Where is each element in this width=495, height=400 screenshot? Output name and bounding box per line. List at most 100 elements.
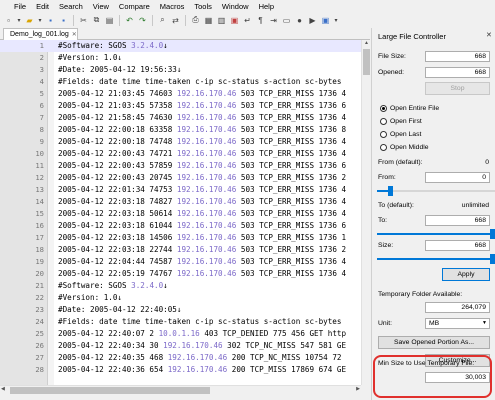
line-text: 2005-04-12 22:03:18 50614 192.16.170.46 … [58, 208, 346, 220]
stop-button[interactable]: Stop [425, 82, 490, 95]
text-editor[interactable]: 1 #Software: SGOS 3.2.4.0↓ 2 #Version: 1.0↓… [0, 40, 361, 385]
text-line[interactable]: 8 2005-04-12 22:00:18 63358 192.16.170.46… [0, 124, 361, 136]
menu-window[interactable]: Window [222, 2, 249, 11]
text-line[interactable]: 21 #Software: SGOS 3.2.4.0↓ [0, 280, 361, 292]
text-line[interactable]: 27 2005-04-12 22:40:35 468 192.16.170.46 … [0, 352, 361, 364]
menu-compare[interactable]: Compare [119, 2, 150, 11]
scroll-thumb[interactable] [10, 387, 210, 394]
text-line[interactable]: 2 #Version: 1.0↓ [0, 52, 361, 64]
text-line[interactable]: 14 2005-04-12 22:03:18 74827 192.16.170.4… [0, 196, 361, 208]
chevron-down-icon[interactable]: ▾ [37, 15, 43, 26]
radio-button-icon[interactable] [380, 144, 387, 151]
text-line[interactable]: 1 #Software: SGOS 3.2.4.0↓ [0, 40, 361, 52]
hex-icon[interactable]: ▥ [216, 15, 227, 26]
redo-icon[interactable]: ↷ [137, 15, 148, 26]
text-line[interactable]: 15 2005-04-12 22:03:18 50614 192.16.170.4… [0, 208, 361, 220]
close-icon[interactable]: ✕ [486, 31, 492, 39]
text-line[interactable]: 19 2005-04-12 22:04:44 74587 192.16.170.4… [0, 256, 361, 268]
copy-icon[interactable]: ⧉ [91, 15, 102, 26]
text-line[interactable]: 18 2005-04-12 22:03:18 22744 192.16.170.4… [0, 244, 361, 256]
large-file-icon[interactable]: ▣ [320, 15, 331, 26]
text-line[interactable]: 5 2005-04-12 21:03:45 74603 192.16.170.46… [0, 88, 361, 100]
text-line[interactable]: 9 2005-04-12 22:00:18 74748 192.16.170.46… [0, 136, 361, 148]
text-line[interactable]: 23 #Date: 2005-04-12 22:40:05↓ [0, 304, 361, 316]
chevron-down-icon[interactable]: ▾ [333, 15, 339, 26]
menu-file[interactable]: File [14, 2, 26, 11]
from-slider[interactable] [377, 185, 495, 196]
ip-address: 192.16.170.46 [167, 353, 228, 362]
text-line[interactable]: 20 2005-04-12 22:05:19 74767 192.16.170.4… [0, 268, 361, 280]
size-slider-handle[interactable] [490, 254, 495, 264]
macro-icon[interactable]: ● [294, 15, 305, 26]
text-line[interactable]: 6 2005-04-12 21:03:45 57358 192.16.170.46… [0, 100, 361, 112]
text-line[interactable]: 3 #Date: 2005-04-12 19:56:33↓ [0, 64, 361, 76]
text-line[interactable]: 25 2005-04-12 22:40:07 2 10.0.1.16 403 TC… [0, 328, 361, 340]
text-line[interactable]: 7 2005-04-12 21:58:45 74630 192.16.170.46… [0, 112, 361, 124]
menu-macros[interactable]: Macros [160, 2, 185, 11]
ip-address: 3.2.4.0 [131, 281, 164, 290]
undo-icon[interactable]: ↶ [124, 15, 135, 26]
open-folder-icon[interactable]: ▰ [24, 15, 35, 26]
radio-button-icon[interactable] [380, 131, 387, 138]
preview-icon[interactable]: ▦ [203, 15, 214, 26]
radio-button-icon[interactable] [380, 118, 387, 125]
text-line[interactable]: 16 2005-04-12 22:03:18 61044 192.16.170.4… [0, 220, 361, 232]
menu-edit[interactable]: Edit [36, 2, 49, 11]
scroll-thumb[interactable] [363, 49, 370, 75]
pilcrow-icon[interactable]: ¶ [255, 15, 266, 26]
print-icon[interactable]: ⎙ [190, 15, 201, 26]
ruler-icon[interactable]: ▭ [281, 15, 292, 26]
chevron-down-icon[interactable]: ▾ [16, 15, 22, 26]
vertical-scrollbar[interactable]: ▲ [361, 40, 370, 385]
text-line[interactable]: 24 #Fields: date time time-taken c-ip sc-… [0, 316, 361, 328]
size-slider[interactable] [377, 253, 495, 264]
to-slider[interactable] [377, 228, 495, 239]
radio-open-first[interactable]: Open First [380, 118, 422, 125]
text-line[interactable]: 10 2005-04-12 22:00:43 74721 192.16.170.4… [0, 148, 361, 160]
compare-icon[interactable]: ▣ [229, 15, 240, 26]
size-input[interactable]: 668 [425, 240, 490, 251]
new-file-icon[interactable]: ▫ [3, 15, 14, 26]
tab-icon[interactable]: ⇥ [268, 15, 279, 26]
unit-select[interactable]: MB ▼ [425, 318, 490, 329]
menu-search[interactable]: Search [59, 2, 83, 11]
from-slider-handle[interactable] [388, 186, 393, 196]
text-line[interactable]: 13 2005-04-12 22:01:34 74753 192.16.170.4… [0, 184, 361, 196]
paste-icon[interactable]: ▤ [104, 15, 115, 26]
wrap-icon[interactable]: ↵ [242, 15, 253, 26]
horizontal-scrollbar[interactable]: ◀ ▶ [0, 385, 361, 394]
radio-button-icon[interactable] [380, 105, 387, 112]
text-line[interactable]: 26 2005-04-12 22:40:34 30 192.16.170.46 3… [0, 340, 361, 352]
text-line[interactable]: 12 2005-04-12 22:00:43 20745 192.16.170.4… [0, 172, 361, 184]
replace-icon[interactable]: ⇄ [170, 15, 181, 26]
line-text-segment: 2005-04-12 22:03:18 50614 [58, 209, 177, 218]
text-line[interactable]: 4 #Fields: date time time-taken c-ip sc-s… [0, 76, 361, 88]
cut-icon[interactable]: ✂ [78, 15, 89, 26]
scroll-right-icon[interactable]: ▶ [356, 386, 360, 392]
to-slider-handle[interactable] [490, 229, 495, 239]
apply-button[interactable]: Apply [442, 268, 490, 281]
radio-label: Open Middle [390, 144, 429, 151]
menu-help[interactable]: Help [259, 2, 274, 11]
play-icon[interactable]: ▶ [307, 15, 318, 26]
tab-demo-log[interactable]: Demo_log_001.log ✕ [3, 28, 78, 40]
close-icon[interactable]: ✕ [72, 31, 77, 38]
menu-view[interactable]: View [93, 2, 109, 11]
save-opened-portion-button[interactable]: Save Opened Portion As... [378, 336, 490, 349]
to-input[interactable]: 668 [425, 215, 490, 226]
save-icon[interactable]: ▪ [45, 15, 56, 26]
radio-open-last[interactable]: Open Last [380, 131, 421, 138]
scroll-left-icon[interactable]: ◀ [1, 386, 5, 392]
scroll-up-icon[interactable]: ▲ [362, 40, 371, 49]
text-line[interactable]: 11 2005-04-12 22:00:43 57859 192.16.170.4… [0, 160, 361, 172]
menu-tools[interactable]: Tools [194, 2, 212, 11]
text-line[interactable]: 28 2005-04-12 22:40:36 654 192.16.170.46 … [0, 364, 361, 376]
from-input[interactable]: 0 [425, 172, 490, 183]
ip-address: 192.16.170.46 [176, 137, 237, 146]
find-icon[interactable]: ⌕ [157, 15, 168, 26]
text-line[interactable]: 22 #Version: 1.0↓ [0, 292, 361, 304]
radio-open-entire-file[interactable]: Open Entire File [380, 105, 439, 112]
text-line[interactable]: 17 2005-04-12 22:03:18 14506 192.16.170.4… [0, 232, 361, 244]
radio-open-middle[interactable]: Open Middle [380, 144, 429, 151]
save-all-icon[interactable]: ▪ [58, 15, 69, 26]
